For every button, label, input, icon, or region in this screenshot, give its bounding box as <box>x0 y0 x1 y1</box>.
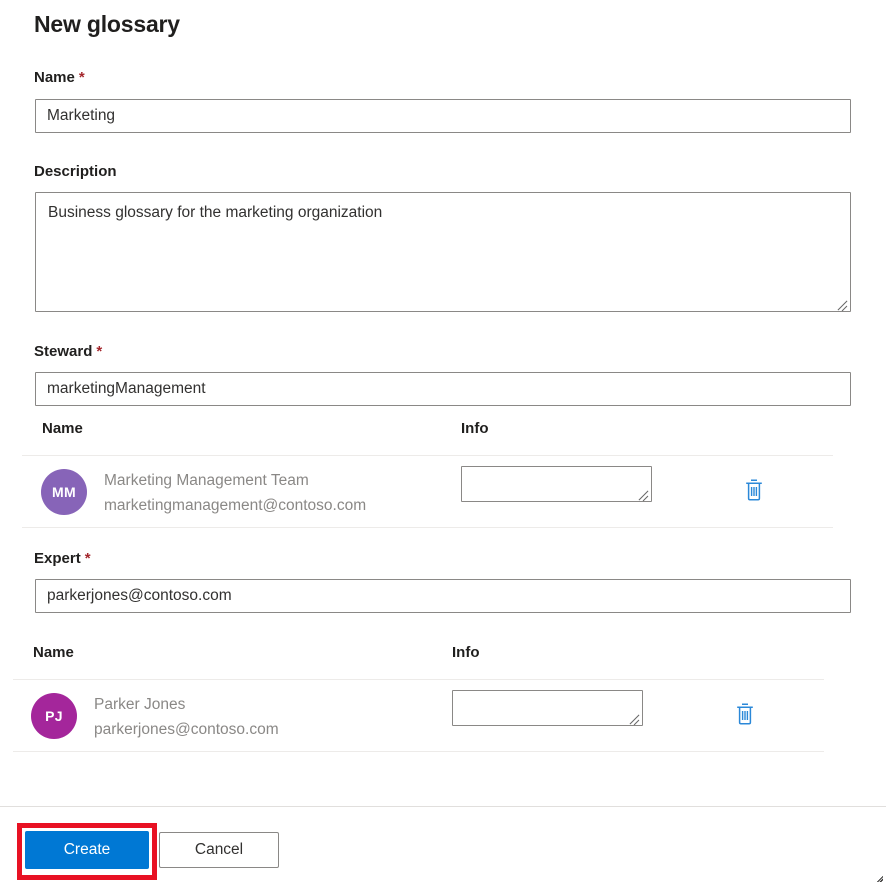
steward-header-divider <box>22 455 833 456</box>
footer-divider <box>0 806 886 807</box>
name-required-asterisk: * <box>75 69 85 86</box>
expert-column-header-name: Name <box>33 643 74 663</box>
name-field-label: Name* <box>34 68 85 88</box>
corner-resize-grip <box>877 875 884 883</box>
expert-input[interactable] <box>35 579 851 613</box>
description-label-text: Description <box>34 163 117 180</box>
expert-delete-button[interactable] <box>733 701 757 727</box>
create-button[interactable]: Create <box>25 831 149 869</box>
steward-info-textarea[interactable] <box>461 466 652 502</box>
avatar-initials: PJ <box>45 708 63 724</box>
avatar: MM <box>41 469 87 515</box>
steward-required-asterisk: * <box>92 343 102 360</box>
steward-person-email: marketingmanagement@contoso.com <box>104 495 366 517</box>
avatar: PJ <box>31 693 77 739</box>
steward-field-label: Steward* <box>34 342 102 362</box>
steward-column-header-name: Name <box>42 419 83 439</box>
name-input[interactable] <box>35 99 851 133</box>
description-field-label: Description <box>34 162 117 182</box>
steward-person-name: Marketing Management Team <box>104 470 309 492</box>
page-title: New glossary <box>34 8 180 40</box>
expert-person-name: Parker Jones <box>94 694 185 716</box>
trash-icon <box>733 701 757 727</box>
steward-input[interactable] <box>35 372 851 406</box>
expert-label-text: Expert <box>34 550 81 567</box>
expert-required-asterisk: * <box>81 550 91 567</box>
cancel-button[interactable]: Cancel <box>159 832 279 868</box>
avatar-initials: MM <box>52 484 76 500</box>
expert-person-email: parkerjones@contoso.com <box>94 719 279 741</box>
expert-info-textarea[interactable] <box>452 690 643 726</box>
expert-row-divider <box>13 751 824 752</box>
expert-column-header-info: Info <box>452 643 480 663</box>
trash-icon <box>742 477 766 503</box>
name-label-text: Name <box>34 69 75 86</box>
expert-field-label: Expert* <box>34 549 91 569</box>
steward-delete-button[interactable] <box>742 477 766 503</box>
description-textarea[interactable] <box>35 192 851 312</box>
steward-row-divider <box>22 527 833 528</box>
new-glossary-panel: New glossary Name* Description Steward* … <box>0 0 886 885</box>
steward-label-text: Steward <box>34 343 92 360</box>
expert-header-divider <box>13 679 824 680</box>
steward-column-header-info: Info <box>461 419 489 439</box>
